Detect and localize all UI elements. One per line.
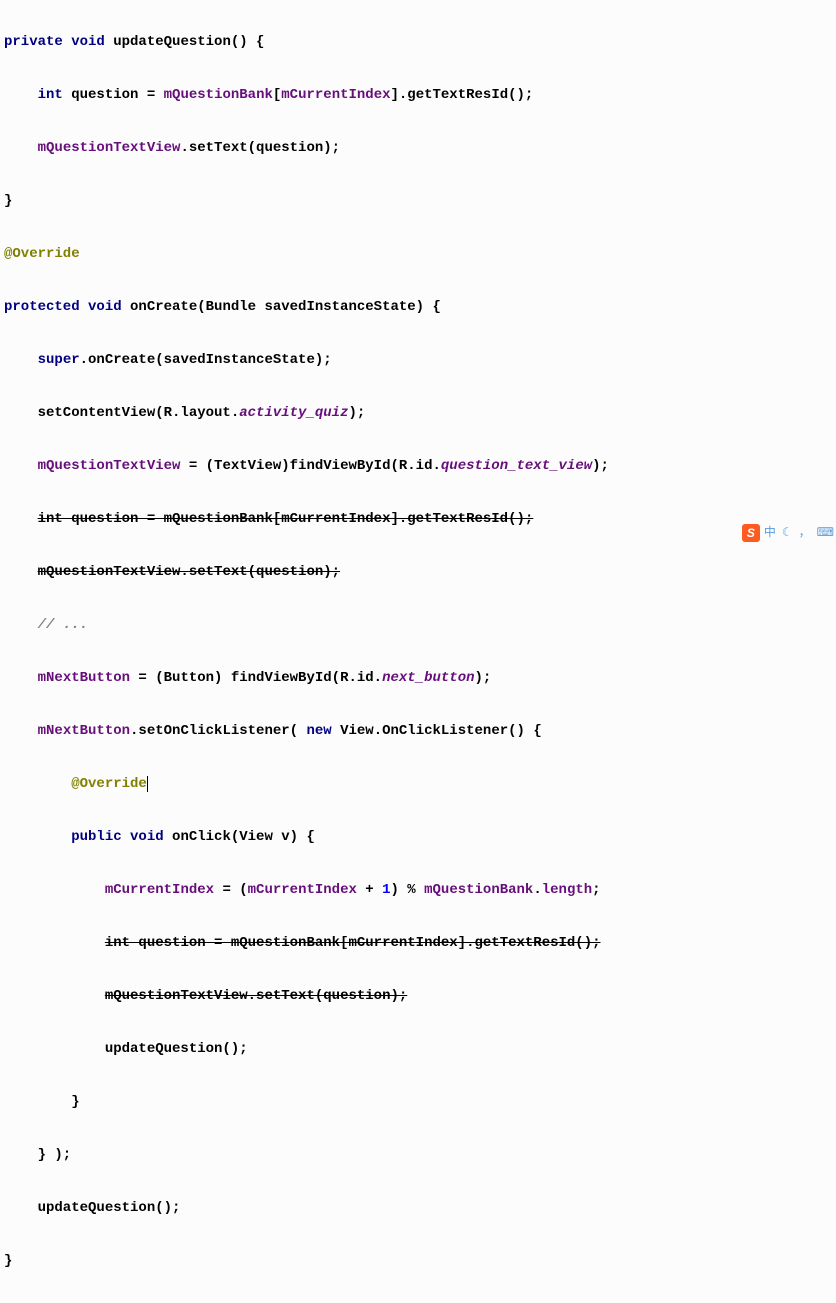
text: } — [4, 193, 12, 209]
indent — [4, 829, 71, 845]
number: 1 — [382, 882, 390, 898]
keyword: new — [306, 723, 331, 739]
code-line: setContentView(R.layout.activity_quiz); — [4, 400, 832, 427]
field: length — [542, 882, 592, 898]
field: mQuestionTextView — [38, 140, 181, 156]
code-line: } ); — [4, 1142, 832, 1169]
text: } — [4, 1094, 80, 1110]
field: mQuestionBank — [164, 87, 273, 103]
text: updateQuestion() { — [105, 34, 265, 50]
keyword: super — [38, 352, 80, 368]
text: ; — [592, 882, 600, 898]
field: mNextButton — [38, 670, 130, 686]
deleted-code: int question = mQuestionBank[mCurrentInd… — [38, 511, 534, 527]
text: updateQuestion(); — [4, 1041, 248, 1057]
indent — [4, 776, 71, 792]
code-line: // ... — [4, 612, 832, 639]
code-line: @Override — [4, 241, 832, 268]
text: View.OnClickListener() { — [332, 723, 542, 739]
indent — [4, 723, 38, 739]
code-line: mQuestionTextView.setText(question); — [4, 135, 832, 162]
ime-language-indicator[interactable]: 中 — [762, 520, 778, 547]
text: . — [533, 882, 541, 898]
comment: // ... — [38, 617, 88, 633]
code-line: mQuestionTextView.setText(question); — [4, 983, 832, 1010]
code-line: mQuestionTextView = (TextView)findViewBy… — [4, 453, 832, 480]
ime-toolbar[interactable]: S 中 ☾ ， ⌨ — [742, 520, 836, 547]
annotation: @Override — [4, 246, 80, 262]
code-line: } — [4, 1089, 832, 1116]
deleted-code: int question = mQuestionBank[mCurrentInd… — [105, 935, 601, 951]
text: = ( — [214, 882, 248, 898]
code-line: int question = mQuestionBank[mCurrentInd… — [4, 930, 832, 957]
ime-punct-indicator[interactable]: ， — [797, 520, 813, 547]
field: mCurrentIndex — [281, 87, 390, 103]
text: updateQuestion(); — [4, 1200, 180, 1216]
field: mCurrentIndex — [105, 882, 214, 898]
code-line: int question = mQuestionBank[mCurrentInd… — [4, 506, 832, 533]
code-line: private void updateQuestion() { — [4, 29, 832, 56]
indent — [4, 140, 38, 156]
code-line: public void onClick(View v) { — [4, 824, 832, 851]
indent — [4, 511, 38, 527]
keyword: protected void — [4, 299, 122, 315]
resource-id: activity_quiz — [239, 405, 348, 421]
indent — [4, 458, 38, 474]
text: setContentView(R.layout. — [4, 405, 239, 421]
deleted-code: mQuestionTextView.setText(question); — [105, 988, 407, 1004]
deleted-code: mQuestionTextView.setText(question); — [38, 564, 340, 580]
text: ); — [348, 405, 365, 421]
text: } — [4, 1253, 12, 1269]
text: ); — [592, 458, 609, 474]
indent — [4, 935, 105, 951]
text: onClick(View v) { — [164, 829, 315, 845]
keyword: private void — [4, 34, 105, 50]
code-line: mNextButton = (Button) findViewById(R.id… — [4, 665, 832, 692]
text: .setOnClickListener( — [130, 723, 306, 739]
resource-id: next_button — [382, 670, 474, 686]
code-line: int question = mQuestionBank[mCurrentInd… — [4, 82, 832, 109]
text: } ); — [4, 1147, 71, 1163]
text: ); — [475, 670, 492, 686]
code-line: protected void onCreate(Bundle savedInst… — [4, 294, 832, 321]
text: onCreate(Bundle savedInstanceState) { — [122, 299, 441, 315]
indent — [4, 988, 105, 1004]
indent — [4, 352, 38, 368]
keyword: int — [38, 87, 63, 103]
indent — [4, 882, 105, 898]
indent — [4, 670, 38, 686]
code-line: super.onCreate(savedInstanceState); — [4, 347, 832, 374]
field: mQuestionTextView — [38, 458, 181, 474]
text: = (TextView)findViewById(R.id. — [180, 458, 440, 474]
code-line: mQuestionTextView.setText(question); — [4, 559, 832, 586]
code-line: } — [4, 1248, 832, 1275]
moon-icon[interactable]: ☾ — [780, 520, 795, 547]
code-line: updateQuestion(); — [4, 1195, 832, 1222]
text: = (Button) findViewById(R.id. — [130, 670, 382, 686]
sogou-ime-icon[interactable]: S — [742, 524, 760, 542]
indent — [4, 87, 38, 103]
code-block: private void updateQuestion() { int ques… — [4, 2, 832, 1301]
field: mCurrentIndex — [248, 882, 357, 898]
text: ].getTextResId(); — [391, 87, 534, 103]
code-line: updateQuestion(); — [4, 1036, 832, 1063]
keyboard-icon[interactable]: ⌨ — [815, 520, 836, 547]
field: mNextButton — [38, 723, 130, 739]
field: mQuestionBank — [424, 882, 533, 898]
text: + — [357, 882, 382, 898]
code-line: mNextButton.setOnClickListener( new View… — [4, 718, 832, 745]
code-line: } — [4, 188, 832, 215]
indent — [4, 564, 38, 580]
text: question = — [63, 87, 164, 103]
annotation: @Override — [71, 776, 148, 792]
text: ) % — [391, 882, 425, 898]
text: .onCreate(savedInstanceState); — [80, 352, 332, 368]
indent — [4, 617, 38, 633]
code-line: mCurrentIndex = (mCurrentIndex + 1) % mQ… — [4, 877, 832, 904]
keyword: public void — [71, 829, 163, 845]
resource-id: question_text_view — [441, 458, 592, 474]
text: .setText(question); — [180, 140, 340, 156]
code-line: @Override — [4, 771, 832, 798]
